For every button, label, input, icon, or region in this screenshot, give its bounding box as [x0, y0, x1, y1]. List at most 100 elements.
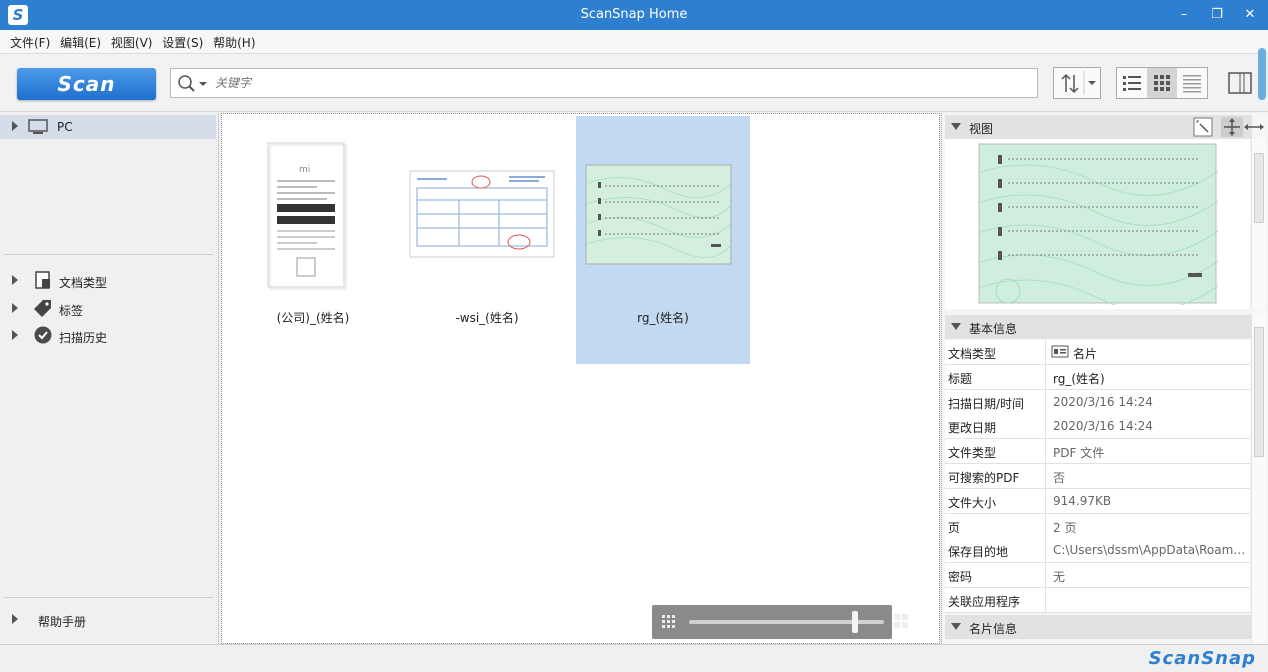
scan-button[interactable]: Scan [17, 68, 156, 100]
menu-view[interactable]: 视图(V) [101, 30, 153, 51]
property-value: 否 [1053, 469, 1248, 486]
property-key: 关联应用程序 [948, 595, 1021, 609]
property-value-text: 2020/3/16 14:24 [1053, 419, 1153, 434]
collapse-arrow-icon[interactable] [951, 623, 961, 630]
property-value-text: 914.97KB [1053, 493, 1112, 508]
title-bar: S ScanSnap Home – ❐ ✕ [0, 0, 1268, 30]
fit-width-icon[interactable] [1242, 117, 1266, 137]
preview-scrollbar[interactable] [1251, 139, 1266, 309]
panel-toggle-icon[interactable] [1228, 72, 1252, 94]
minimize-button[interactable]: – [1171, 4, 1197, 26]
zoom-slider-bar [652, 605, 908, 639]
document-thumbnail[interactable]: -wsi_(姓名) [400, 116, 574, 364]
property-key: 标题 [948, 371, 973, 386]
property-value: 2020/3/16 14:24 [1053, 395, 1248, 409]
list-view-icon[interactable] [1117, 68, 1147, 98]
divider [1045, 538, 1046, 563]
divider [1045, 389, 1046, 414]
search-icon[interactable] [177, 74, 209, 92]
property-key: 可搜索的PDF [948, 471, 1020, 485]
menu-edit[interactable]: 编辑(E) [50, 30, 101, 51]
menu-help[interactable]: 帮助(H) [203, 30, 255, 51]
info-section-header[interactable]: 基本信息 [945, 315, 1252, 339]
view-section-header[interactable]: 视图 [945, 115, 1252, 139]
property-value: 914.97KB [1053, 494, 1248, 508]
document-thumbnail[interactable]: mi (公司)_(姓名) [226, 116, 400, 364]
scrollbar-thumb[interactable] [1254, 153, 1264, 223]
sidebar-help-label: 帮助手册 [38, 615, 87, 629]
property-key: 文件类型 [948, 446, 997, 461]
history-check-icon [34, 326, 52, 344]
thumbnail-caption: (公司)_(姓名) [276, 311, 350, 325]
search-input[interactable] [215, 74, 1015, 92]
expand-arrow-icon[interactable] [12, 614, 18, 624]
window-resize-handle[interactable] [1258, 48, 1266, 100]
sort-icon [1061, 71, 1096, 95]
computer-icon [28, 119, 48, 134]
card-section-title: 名片信息 [969, 622, 1018, 636]
property-value-text: 否 [1053, 471, 1066, 485]
toolbar: Scan [0, 48, 1268, 112]
small-thumbnail-icon[interactable] [662, 615, 678, 629]
receipt-preview: mi [267, 142, 347, 290]
sidebar-item-pc[interactable]: PC [0, 115, 216, 139]
collapse-arrow-icon[interactable] [951, 323, 961, 330]
expand-arrow-icon[interactable] [12, 330, 18, 340]
invoice-preview [409, 170, 555, 258]
card-section-header[interactable]: 名片信息 [945, 615, 1252, 639]
sort-button[interactable] [1053, 67, 1101, 99]
property-value[interactable]: rg_(姓名) [1053, 370, 1248, 387]
property-value: C:\Users\dssm\AppData\Roaming\ScanSnap [1053, 543, 1248, 557]
property-value: 无 [1053, 568, 1248, 585]
divider [1045, 513, 1046, 538]
expand-arrow-icon[interactable] [12, 303, 18, 313]
property-value-text: 名片 [1073, 347, 1098, 361]
large-thumbnail-icon[interactable] [894, 614, 910, 630]
view-mode-group [1116, 67, 1208, 99]
status-bar: ScanSnap [0, 644, 1268, 672]
zoom-slider-handle[interactable] [851, 611, 858, 633]
property-row: 标题 rg_(姓名) [945, 364, 1250, 390]
sidebar-item-tags[interactable]: 标签 [0, 297, 216, 321]
property-row: 文件类型 PDF 文件 [945, 439, 1250, 465]
property-key: 扫描日期/时间 [948, 396, 1025, 411]
svg-text:mi: mi [299, 165, 310, 175]
expand-arrow-icon[interactable] [12, 275, 18, 285]
document-thumbnail-selected[interactable]: rg_(姓名) [576, 116, 750, 364]
expand-arrow-icon[interactable] [12, 121, 18, 131]
sidebar-item-doctype[interactable]: 文档类型 [0, 269, 216, 293]
property-value-text: rg_(姓名) [1053, 371, 1105, 386]
close-button[interactable]: ✕ [1237, 4, 1263, 26]
property-row: 页 2 页 [945, 513, 1250, 539]
document-grid: mi (公司)_(姓名) -wsi_(姓名) rg_(姓名) [221, 113, 940, 644]
property-value-text: 无 [1053, 570, 1066, 585]
menu-file[interactable]: 文件(F) [0, 30, 50, 51]
property-value-text: 2 页 [1053, 520, 1077, 535]
preview-image [978, 143, 1218, 305]
brand-logo: ScanSnap [1148, 648, 1256, 669]
move-icon[interactable] [1221, 117, 1243, 137]
thumbnail-view-icon[interactable] [1147, 68, 1177, 98]
divider [4, 597, 213, 598]
collapse-arrow-icon[interactable] [951, 123, 961, 130]
details-scrollbar[interactable] [1251, 313, 1266, 643]
divider [1045, 439, 1046, 464]
restore-button[interactable]: ❐ [1204, 4, 1230, 26]
divider [1045, 488, 1046, 513]
sidebar-item-history[interactable]: 扫描历史 [0, 324, 216, 348]
property-row: 密码 无 [945, 563, 1250, 589]
thumbnail-caption: rg_(姓名) [637, 311, 689, 325]
scrollbar-thumb[interactable] [1254, 327, 1264, 457]
property-value: PDF 文件 [1053, 444, 1248, 461]
business-card-preview [585, 164, 733, 265]
divider [1045, 464, 1046, 488]
property-row: 文件大小 914.97KB [945, 488, 1250, 514]
sidebar-item-help[interactable]: 帮助手册 [0, 608, 216, 632]
fit-page-icon[interactable] [1193, 117, 1213, 137]
detail-view-icon[interactable] [1177, 68, 1207, 98]
card-icon [1051, 345, 1069, 358]
details-panel: 视图 基本信息 文档类型 名片 标题 rg_(姓名) 扫描日期/时间 2020/3/16 … [941, 113, 1268, 644]
menu-settings[interactable]: 设置(S) [152, 30, 203, 51]
menu-bar: 文件(F) 编辑(E) 视图(V) 设置(S) 帮助(H) [0, 30, 1268, 54]
property-row: 更改日期 2020/3/16 14:24 [945, 414, 1250, 440]
